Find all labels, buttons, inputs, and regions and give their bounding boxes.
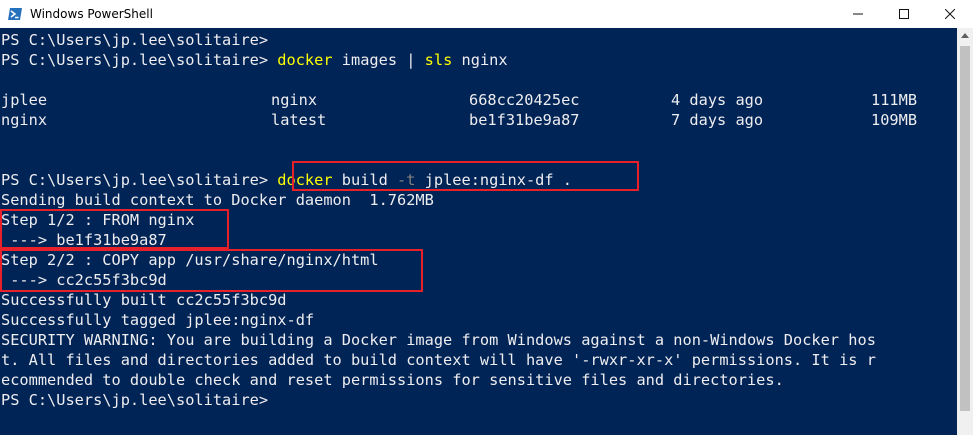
- image-tag: latest: [271, 111, 327, 129]
- prompt-line: PS C:\Users\jp.lee\solitaire>: [1, 391, 269, 409]
- output-sending: Sending build context to Docker daemon 1…: [1, 191, 434, 209]
- maximize-icon: [899, 9, 909, 19]
- output-warning: SECURITY WARNING: You are building a Doc…: [1, 331, 876, 349]
- output-built: Successfully built cc2c55f3bc9d: [1, 291, 287, 309]
- image-id: be1f31be9a87: [469, 111, 580, 129]
- powershell-icon: [8, 8, 22, 20]
- output-warning: ecommended to double check and reset per…: [1, 371, 784, 389]
- image-size: 109MB: [871, 111, 918, 129]
- maximize-button[interactable]: [881, 0, 927, 28]
- image-tag: nginx: [271, 91, 318, 109]
- vertical-scrollbar[interactable]: [957, 28, 973, 435]
- close-icon: [945, 9, 955, 19]
- title-bar: Windows PowerShell: [0, 0, 973, 28]
- window-title: Windows PowerShell: [30, 7, 153, 21]
- prompt: PS C:\Users\jp.lee\solitaire>: [1, 171, 278, 189]
- output-tagged: Successfully tagged jplee:nginx-df: [1, 311, 315, 329]
- command-args: images |: [332, 51, 425, 69]
- command-line-images: PS C:\Users\jp.lee\solitaire> docker ima…: [1, 50, 508, 70]
- minimize-button[interactable]: [835, 0, 881, 28]
- prompt: PS C:\Users\jp.lee\solitaire>: [1, 51, 278, 69]
- scrollbar-thumb[interactable]: [960, 46, 970, 411]
- prompt-line: PS C:\Users\jp.lee\solitaire>: [1, 31, 269, 49]
- command-docker: docker: [277, 51, 333, 69]
- minimize-icon: [853, 13, 863, 15]
- scroll-up-icon[interactable]: [961, 33, 969, 38]
- command-sls: sls: [424, 51, 453, 69]
- image-id: 668cc20425ec: [469, 91, 580, 109]
- image-size: 111MB: [871, 91, 918, 109]
- image-repo: nginx: [1, 111, 48, 129]
- image-repo: jplee: [1, 91, 48, 109]
- terminal-output[interactable]: PS C:\Users\jp.lee\solitaire> PS C:\User…: [0, 28, 957, 435]
- highlight-box-step2: [0, 249, 423, 292]
- image-created: 4 days ago: [671, 91, 764, 109]
- image-created: 7 days ago: [671, 111, 764, 129]
- highlight-box-step1: [0, 209, 229, 249]
- output-warning: t. All files and directories added to bu…: [1, 351, 876, 369]
- command-arg: nginx: [452, 51, 508, 69]
- close-button[interactable]: [927, 0, 973, 28]
- highlight-box-build-command: [292, 161, 639, 191]
